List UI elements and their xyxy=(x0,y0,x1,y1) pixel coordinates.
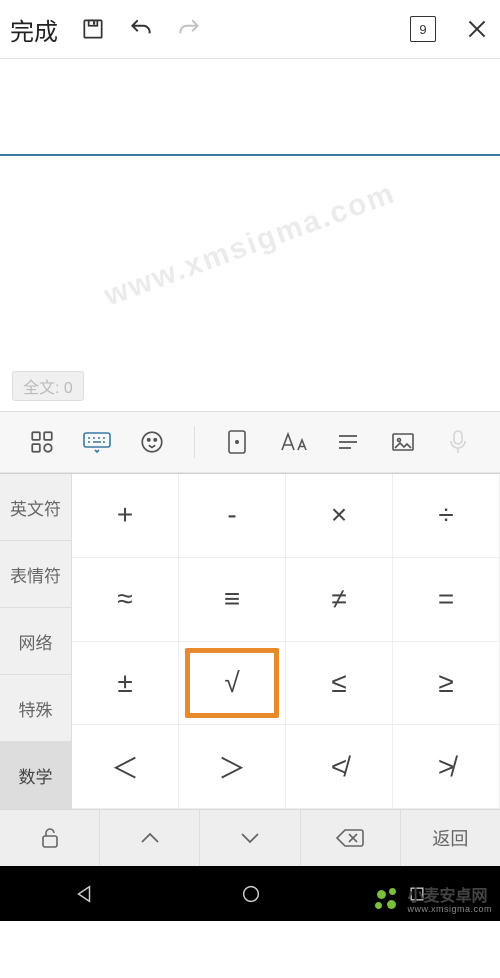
document-title-input[interactable] xyxy=(0,59,500,156)
fullscreen-icon[interactable] xyxy=(220,428,254,456)
key-nlt[interactable]: ≮ xyxy=(286,725,393,809)
category-math-symbols[interactable]: 数学 xyxy=(0,742,72,809)
back-key[interactable]: 返回 xyxy=(401,810,500,866)
toolbar-right-group: 9 xyxy=(410,16,490,42)
key-sqrt[interactable]: √ xyxy=(179,642,286,726)
key-minus[interactable]: - xyxy=(179,474,286,558)
close-icon[interactable] xyxy=(464,16,490,42)
document-body-area[interactable]: 全文: 0 www.xmsigma.com xyxy=(0,156,500,411)
key-equals[interactable]: = xyxy=(393,558,500,642)
watermark-text: www.xmsigma.com xyxy=(100,177,400,314)
arrow-down-key[interactable] xyxy=(200,810,300,866)
symbol-keyboard: 英文符 表情符 网络 特殊 数学 + - × ÷ ≈ ≡ ≠ = ± √ ≤ ≥… xyxy=(0,473,500,809)
keyboard-function-row: 返回 xyxy=(0,809,500,866)
category-english-symbols[interactable]: 英文符 xyxy=(0,474,72,541)
key-divide[interactable]: ÷ xyxy=(393,474,500,558)
key-approx[interactable]: ≈ xyxy=(72,558,179,642)
key-plusminus[interactable]: ± xyxy=(72,642,179,726)
emoji-icon[interactable] xyxy=(135,429,169,455)
toolbar-left-group: 完成 xyxy=(10,12,202,47)
top-toolbar: 完成 9 xyxy=(0,0,500,59)
key-ngt[interactable]: ≯ xyxy=(393,725,500,809)
done-button[interactable]: 完成 xyxy=(10,12,58,47)
nav-home-icon[interactable] xyxy=(240,883,262,910)
key-multiply[interactable]: × xyxy=(286,474,393,558)
keyboard-icon[interactable] xyxy=(80,430,114,454)
key-neq[interactable]: ≠ xyxy=(286,558,393,642)
android-navbar xyxy=(0,871,500,921)
nav-recent-icon[interactable] xyxy=(407,884,427,909)
symbol-grid: + - × ÷ ≈ ≡ ≠ = ± √ ≤ ≥ ＜ ＞ ≮ ≯ xyxy=(72,474,500,809)
key-gt[interactable]: ＞ xyxy=(179,725,286,809)
paragraph-icon[interactable] xyxy=(331,431,365,453)
category-special-symbols[interactable]: 特殊 xyxy=(0,675,72,742)
category-emoji-symbols[interactable]: 表情符 xyxy=(0,541,72,608)
key-lt[interactable]: ＜ xyxy=(72,725,179,809)
page-count-badge[interactable]: 9 xyxy=(410,16,436,42)
image-icon[interactable] xyxy=(386,431,420,453)
editor-ribbon xyxy=(0,411,500,473)
redo-icon xyxy=(176,16,202,42)
key-le[interactable]: ≤ xyxy=(286,642,393,726)
nav-back-icon[interactable] xyxy=(73,883,95,910)
backspace-key[interactable] xyxy=(301,810,401,866)
lock-key[interactable] xyxy=(0,810,100,866)
key-ge[interactable]: ≥ xyxy=(393,642,500,726)
font-icon[interactable] xyxy=(276,430,310,454)
mic-icon[interactable] xyxy=(441,429,475,455)
category-network-symbols[interactable]: 网络 xyxy=(0,608,72,675)
apps-icon[interactable] xyxy=(25,429,59,455)
key-plus[interactable]: + xyxy=(72,474,179,558)
ribbon-separator xyxy=(194,426,195,458)
undo-icon[interactable] xyxy=(128,16,154,42)
key-equiv[interactable]: ≡ xyxy=(179,558,286,642)
symbol-category-list: 英文符 表情符 网络 特殊 数学 xyxy=(0,474,72,809)
word-count-badge: 全文: 0 xyxy=(12,371,84,401)
arrow-up-key[interactable] xyxy=(100,810,200,866)
save-icon[interactable] xyxy=(80,16,106,42)
